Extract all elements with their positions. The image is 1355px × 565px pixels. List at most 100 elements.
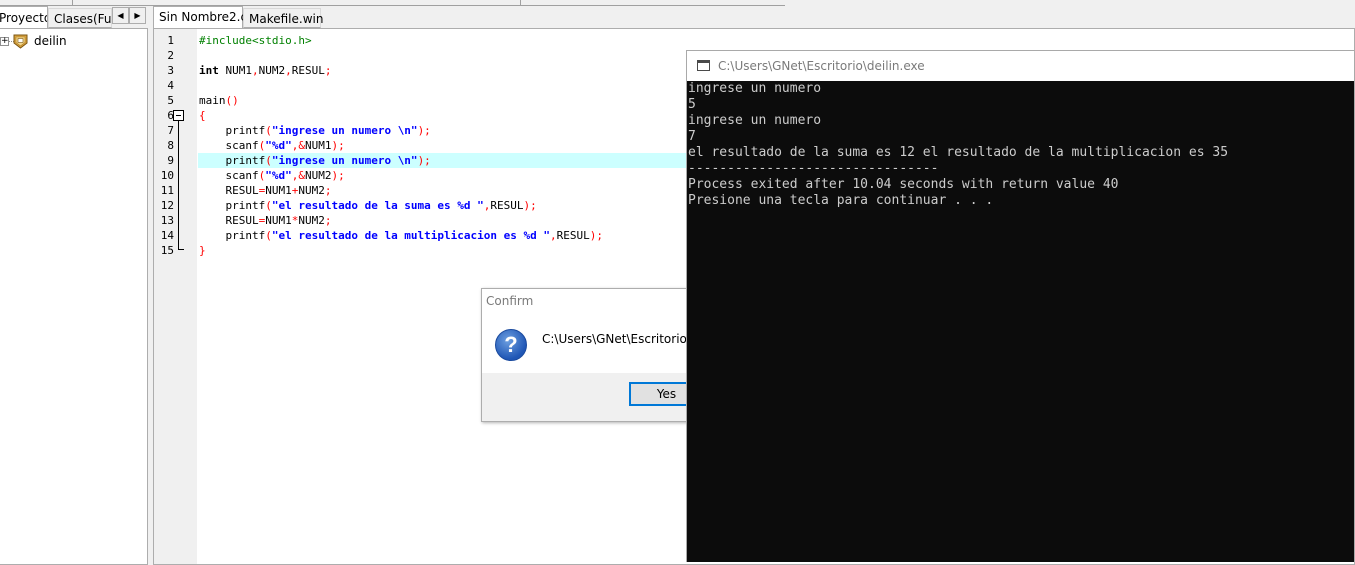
tree-item-deilin[interactable]: + deilin (0, 29, 140, 51)
code-token: printf (199, 154, 266, 167)
code-token: , (550, 229, 557, 242)
code-token: ,& (291, 169, 305, 182)
console-line: -------------------------------- (688, 161, 939, 176)
line-number: 8 (167, 139, 174, 152)
code-token: NUM2 (298, 214, 325, 227)
code-token: NUM1 (265, 214, 292, 227)
line-number: 6 (167, 109, 174, 122)
code-token: int (199, 64, 219, 77)
console-window: C:\Users\GNet\Escritorio\deilin.exe ingr… (686, 50, 1355, 562)
code-token: "%d" (265, 169, 292, 182)
line-number: 7 (167, 124, 174, 137)
code-token: ; (324, 214, 332, 227)
console-app-icon (697, 60, 710, 71)
editor-tabs: Sin Nombre2.c Makefile.win (150, 6, 1355, 29)
fold-collapse-icon[interactable] (173, 110, 184, 121)
code-token: RESUL (556, 229, 590, 242)
code-token: { (199, 109, 206, 122)
tab-proyecto[interactable]: Proyecto (0, 6, 48, 28)
code-token: , (285, 64, 292, 77)
console-line: Presione una tecla para continuar . . . (688, 193, 994, 208)
line-number: 15 (160, 244, 174, 257)
question-icon: ? (495, 329, 527, 361)
line-number: 4 (167, 79, 174, 92)
code-token: RESUL (199, 184, 259, 197)
line-number-gutter: 1 2 3 4 5 6 7 8 9 10 11 12 13 14 15 (154, 29, 197, 564)
tab-label: Sin Nombre2.c (159, 10, 248, 24)
code-token: ( (265, 229, 272, 242)
code-token: ( (265, 154, 272, 167)
tab-label: Clases(Fun (54, 12, 112, 26)
tab-scroll-right-button[interactable]: ▶ (129, 7, 146, 24)
project-icon (13, 34, 28, 49)
code-token: ); (331, 169, 345, 182)
code-token: RESUL (490, 199, 524, 212)
code-token: ); (523, 199, 537, 212)
code-token: "el resultado de la multiplicacion es %d… (271, 229, 551, 242)
dialog-title: Confirm (482, 289, 695, 312)
confirm-dialog: Confirm ? C:\Users\GNet\Escritorio\M Yes (481, 288, 704, 422)
line-number: 14 (160, 229, 174, 242)
code-token: NUM1 (218, 64, 252, 77)
code-token: main (199, 94, 226, 107)
project-tree: + deilin (0, 28, 148, 565)
code-token: RESUL (199, 214, 259, 227)
code-token: scanf (199, 139, 259, 152)
line-number: 3 (167, 64, 174, 77)
arrow-left-icon: ◀ (117, 11, 124, 20)
code-token: } (199, 244, 206, 257)
line-number: 13 (160, 214, 174, 227)
code-token: printf (199, 229, 266, 242)
code-token: NUM1 (304, 139, 332, 152)
code-token: "ingrese un numero \n" (271, 124, 418, 137)
console-line: 5 (688, 97, 696, 112)
code-token: ( (265, 199, 272, 212)
console-title-bar[interactable]: C:\Users\GNet\Escritorio\deilin.exe (687, 51, 1354, 81)
dialog-message: C:\Users\GNet\Escritorio\M (542, 332, 702, 346)
code-token: ; (324, 64, 332, 77)
code-token: "el resultado de la suma es %d " (271, 199, 484, 212)
expand-icon[interactable]: + (0, 37, 9, 46)
code-token: , (252, 64, 259, 77)
code-token: ); (417, 124, 431, 137)
line-number: 5 (167, 94, 174, 107)
line-number: 11 (160, 184, 174, 197)
line-number: 12 (160, 199, 174, 212)
code-token: "ingrese un numero \n" (271, 154, 418, 167)
tab-sin-nombre2[interactable]: Sin Nombre2.c (153, 6, 247, 29)
code-token: printf (199, 199, 266, 212)
line-number: 2 (167, 49, 174, 62)
tab-clases[interactable]: Clases(Fun (48, 8, 112, 28)
arrow-right-icon: ▶ (134, 11, 141, 20)
line-number: 10 (160, 169, 174, 182)
devcpp-window: Proyecto Clases(Fun ◀ ▶ + deilin Sin Nom… (0, 0, 1355, 565)
code-token: ); (589, 229, 604, 242)
code-token: #include<stdio.h> (199, 34, 312, 47)
tab-label: Makefile.win (249, 12, 324, 26)
code-token: NUM1 (265, 184, 292, 197)
code-token: () (225, 94, 239, 107)
code-token: NUM2 (304, 169, 332, 182)
code-token: ; (324, 184, 332, 197)
fold-line (178, 121, 179, 249)
fold-end-marker (178, 249, 184, 250)
toolbar-separator (72, 0, 73, 5)
code-token: NUM2 (258, 64, 286, 77)
tab-makefile[interactable]: Makefile.win (243, 8, 324, 28)
console-line: ingrese un numero (688, 81, 822, 96)
line-number: 9 (167, 154, 174, 167)
code-line[interactable]: #include<stdio.h> (198, 33, 1354, 48)
code-token: ); (417, 154, 431, 167)
console-title: C:\Users\GNet\Escritorio\deilin.exe (718, 59, 925, 73)
code-token: scanf (199, 169, 259, 182)
code-token: ); (331, 139, 345, 152)
left-panel-tabs: Proyecto Clases(Fun ◀ ▶ (0, 6, 148, 28)
code-token: RESUL (291, 64, 325, 77)
console-line: ingrese un numero (688, 113, 822, 128)
line-number: 1 (167, 34, 174, 47)
console-line: el resultado de la suma es 12 el resulta… (688, 145, 1229, 160)
code-token: NUM2 (298, 184, 325, 197)
tab-scroll-left-button[interactable]: ◀ (112, 7, 129, 24)
console-output[interactable]: ingrese un numero 5 ingrese un numero 7 el r… (687, 81, 1354, 562)
code-token: "%d" (265, 139, 292, 152)
